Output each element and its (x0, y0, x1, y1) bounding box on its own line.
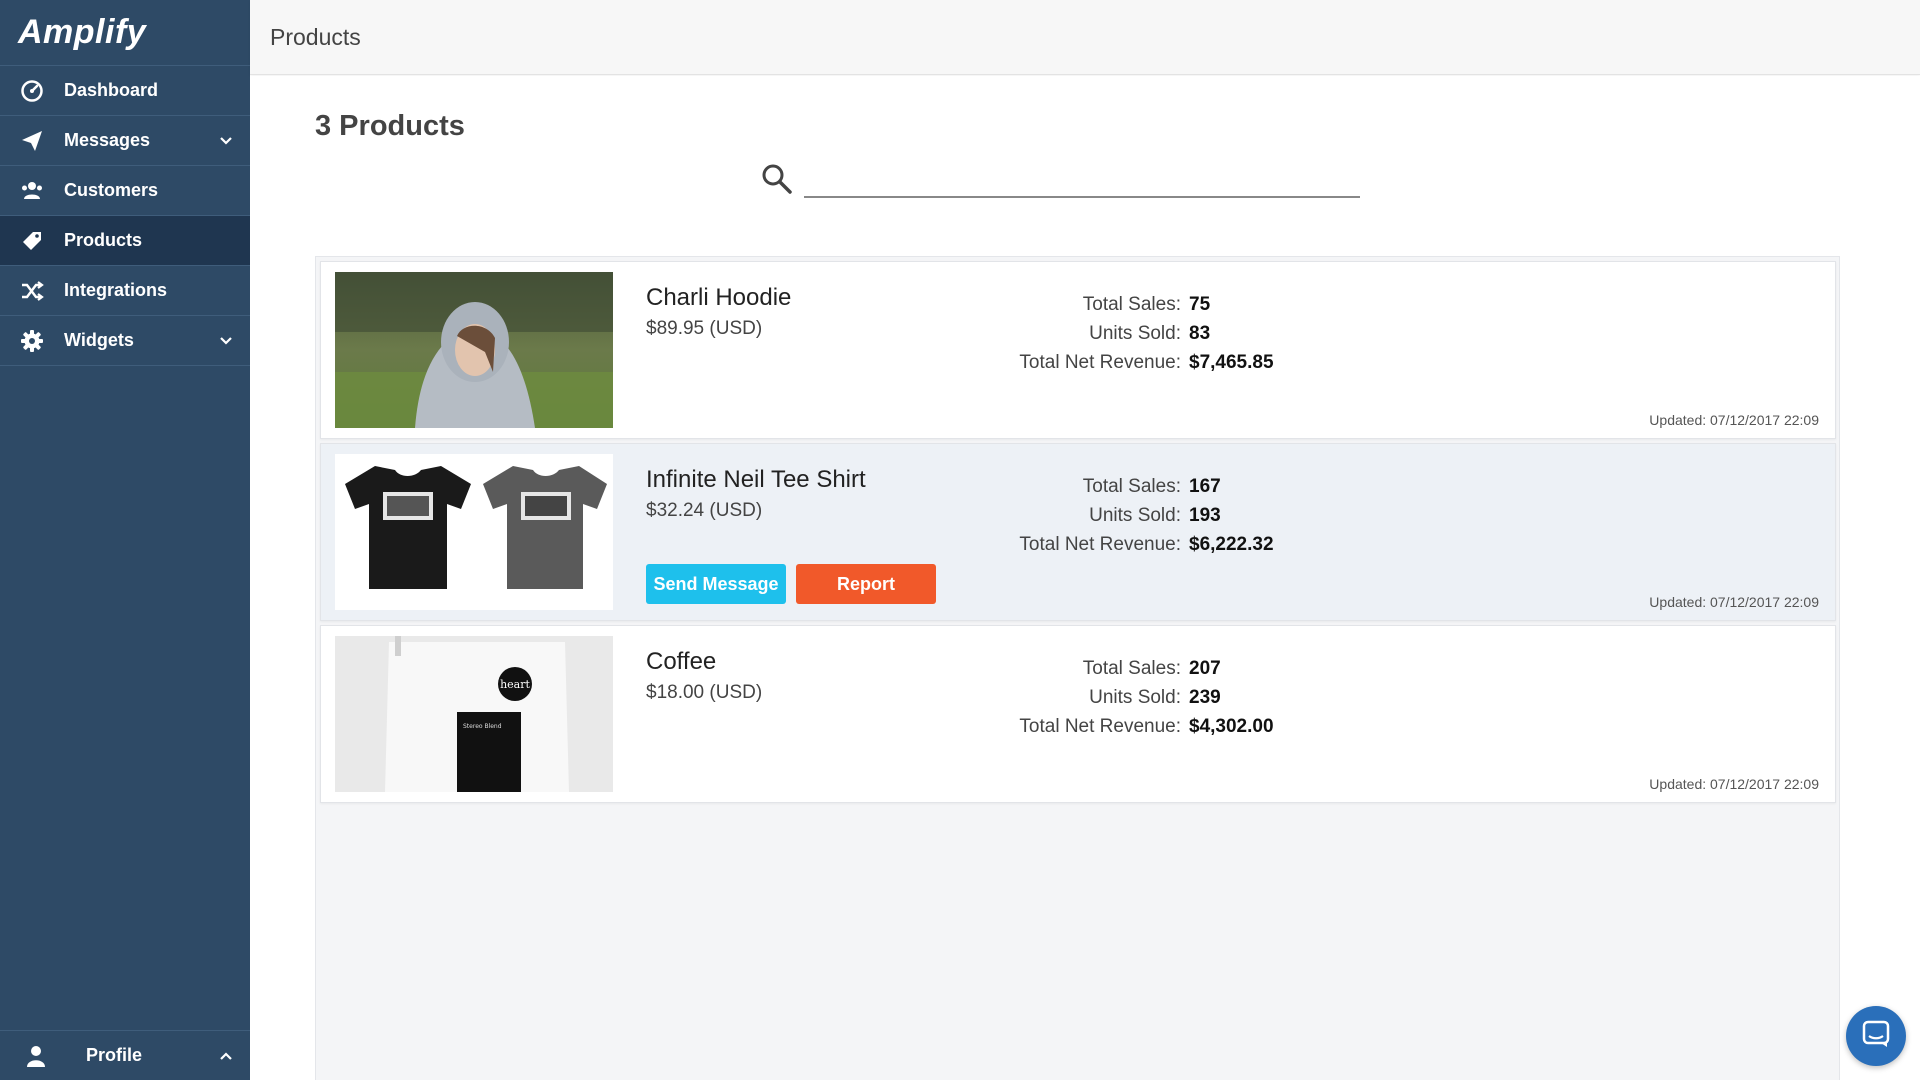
updated-timestamp: Updated: 07/12/2017 22:09 (1649, 412, 1819, 428)
revenue-value: $6,222.32 (1189, 533, 1274, 555)
updated-timestamp: Updated: 07/12/2017 22:09 (1649, 776, 1819, 792)
product-list: Charli Hoodie $89.95 (USD) Total Sales: 7… (315, 256, 1840, 1080)
sidebar-item-widgets[interactable]: Widgets (0, 316, 250, 366)
product-price: $18.00 (USD) (646, 682, 763, 703)
units-sold-label: Units Sold: (1089, 686, 1181, 708)
bag-brand-label: heart (500, 678, 530, 691)
send-message-button[interactable]: Send Message (646, 564, 786, 604)
sidebar: Amplify Dashboard Messages Customers Pro… (0, 0, 250, 1080)
product-image-coffee: heart Stereo Blend (335, 636, 613, 792)
chevron-down-icon[interactable] (218, 333, 234, 349)
product-image-hoodie (335, 272, 613, 428)
product-stats: Total Sales: 167 Units Sold: 193 Total Net… (921, 472, 1321, 559)
chevron-down-icon[interactable] (218, 133, 234, 149)
units-sold-value: 239 (1189, 686, 1221, 708)
product-name[interactable]: Infinite Neil Tee Shirt (646, 466, 866, 494)
sidebar-item-label: Widgets (64, 330, 134, 350)
sidebar-item-profile[interactable]: Profile (0, 1030, 250, 1080)
sidebar-item-label: Messages (64, 130, 151, 150)
sidebar-item-label: Integrations (64, 280, 168, 300)
sidebar-item-dashboard[interactable]: Dashboard (0, 66, 250, 116)
bag-blend-label: Stereo Blend (463, 723, 502, 730)
product-card[interactable]: Charli Hoodie $89.95 (USD) Total Sales: 7… (320, 261, 1836, 439)
tag-icon (20, 229, 44, 253)
sidebar-item-label: Products (64, 230, 143, 250)
profile-label: Profile (86, 1045, 143, 1065)
paper-plane-icon (20, 129, 44, 153)
users-icon (20, 179, 44, 203)
revenue-label: Total Net Revenue: (1019, 533, 1181, 555)
search-icon[interactable] (760, 162, 794, 196)
product-name[interactable]: Charli Hoodie (646, 284, 791, 312)
dashboard-gauge-icon (20, 79, 44, 103)
search-bar (760, 162, 1360, 202)
sidebar-item-integrations[interactable]: Integrations (0, 266, 250, 316)
total-sales-value: 75 (1189, 293, 1211, 315)
product-stats: Total Sales: 207 Units Sold: 239 Total Net… (921, 654, 1321, 741)
gear-icon (20, 329, 44, 353)
total-sales-label: Total Sales: (1082, 657, 1181, 679)
product-name[interactable]: Coffee (646, 648, 716, 676)
updated-timestamp: Updated: 07/12/2017 22:09 (1649, 594, 1819, 610)
revenue-label: Total Net Revenue: (1019, 351, 1181, 373)
product-stats: Total Sales: 75 Units Sold: 83 Total Net R… (921, 290, 1321, 377)
sidebar-item-products[interactable]: Products (0, 216, 250, 266)
page-title: Products (270, 23, 361, 50)
revenue-value: $7,465.85 (1189, 351, 1274, 373)
product-price: $32.24 (USD) (646, 500, 763, 521)
chat-bubble-icon (1861, 1019, 1891, 1054)
report-button[interactable]: Report (796, 564, 936, 604)
product-price: $89.95 (USD) (646, 318, 763, 339)
sidebar-item-messages[interactable]: Messages (0, 116, 250, 166)
product-card[interactable]: heart Stereo Blend Coffee $18.00 (USD) T… (320, 625, 1836, 803)
total-sales-label: Total Sales: (1082, 475, 1181, 497)
total-sales-value: 207 (1189, 657, 1221, 679)
units-sold-value: 193 (1189, 504, 1221, 526)
revenue-label: Total Net Revenue: (1019, 715, 1181, 737)
revenue-value: $4,302.00 (1189, 715, 1274, 737)
user-icon (24, 1044, 48, 1068)
product-card[interactable]: Infinite Neil Tee Shirt $32.24 (USD) Tot… (320, 443, 1836, 621)
total-sales-value: 167 (1189, 475, 1221, 497)
total-sales-label: Total Sales: (1082, 293, 1181, 315)
chevron-up-icon[interactable] (218, 1048, 234, 1064)
top-header: Products (250, 0, 1920, 75)
units-sold-label: Units Sold: (1089, 322, 1181, 344)
brand-logo[interactable]: Amplify (0, 0, 250, 66)
sidebar-item-label: Customers (64, 180, 159, 200)
sidebar-item-customers[interactable]: Customers (0, 166, 250, 216)
product-image-tee-shirt (335, 454, 613, 610)
brand-name: Amplify (18, 13, 147, 51)
search-input[interactable] (804, 162, 1360, 198)
shuffle-icon (20, 279, 44, 303)
units-sold-value: 83 (1189, 322, 1211, 344)
sidebar-item-label: Dashboard (64, 80, 159, 100)
main-content: 3 Products Charli Hoodie $89.95 (USD) To… (250, 76, 1920, 1080)
units-sold-label: Units Sold: (1089, 504, 1181, 526)
chat-launcher-button[interactable] (1846, 1006, 1906, 1066)
products-count-title: 3 Products (315, 110, 465, 142)
